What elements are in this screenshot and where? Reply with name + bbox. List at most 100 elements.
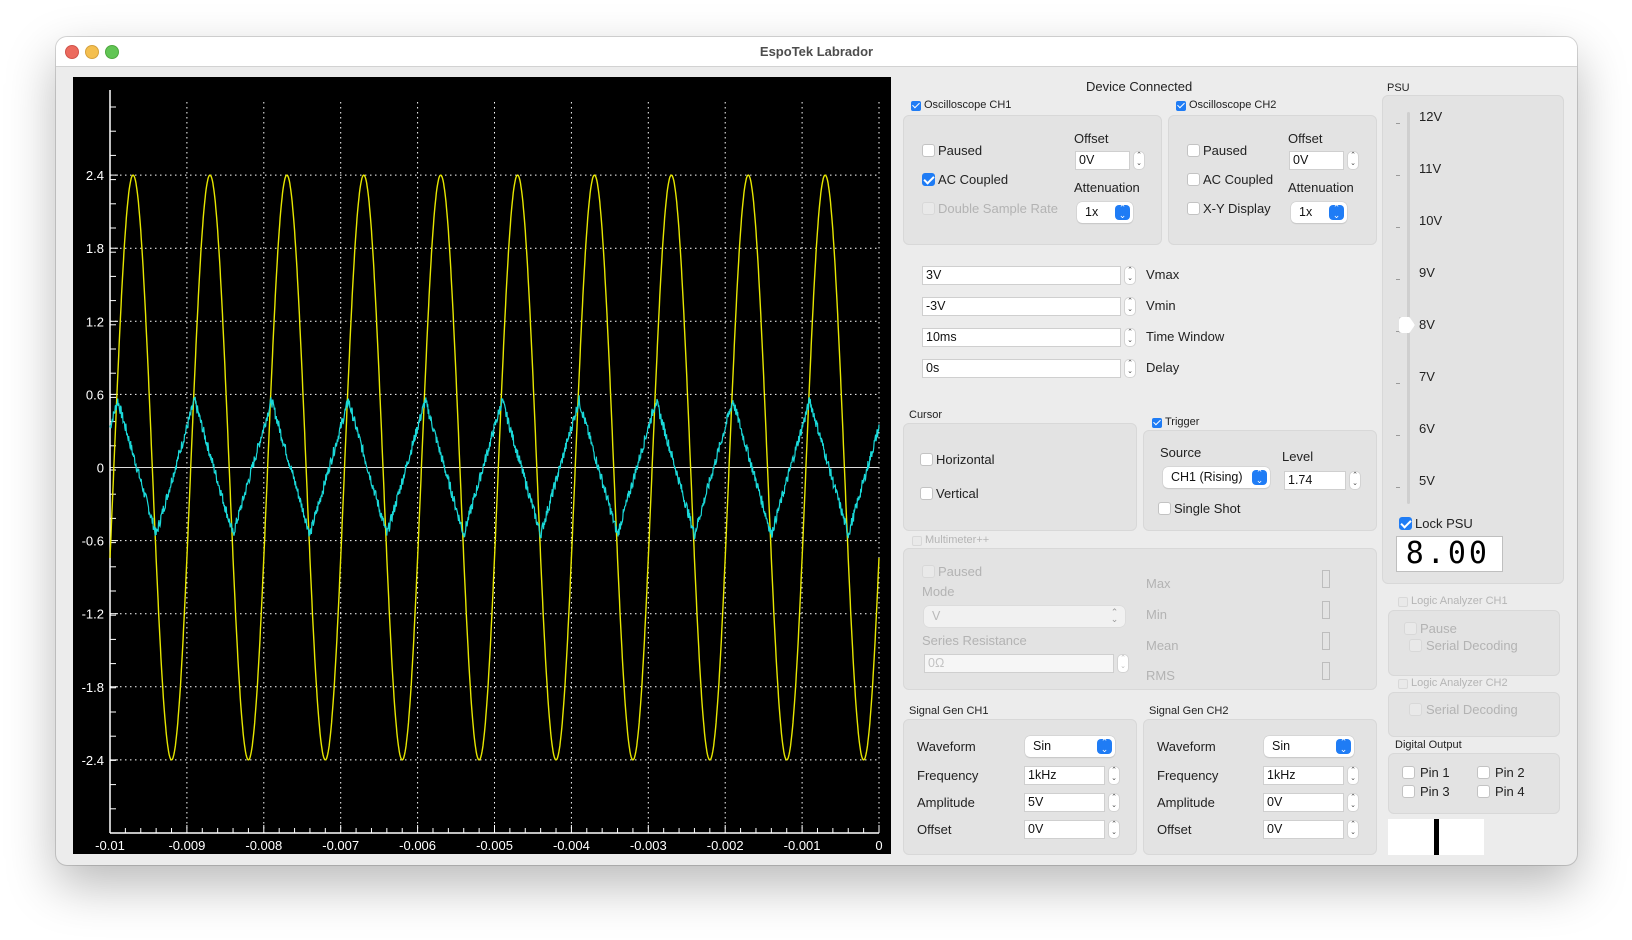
multimeter-max-label: Max [1146,576,1171,591]
pin3-checkbox[interactable] [1402,785,1415,798]
sg1-offset-input[interactable]: 0V [1024,820,1105,839]
multimeter-mean-label: Mean [1146,638,1179,653]
chevron-updown-icon: ⌃ ⌄ [1329,204,1344,220]
ch1-double-sample-rate-checkbox[interactable] [922,202,935,215]
logic-analyzer-ch1-enable-checkbox[interactable] [1398,597,1408,607]
sg1-frequency-input[interactable]: 1kHz [1024,766,1105,785]
sg2-frequency-input[interactable]: 1kHz [1263,766,1344,785]
signal-gen-ch2-title: Signal Gen CH2 [1149,705,1229,717]
psu-scale-tick [1396,175,1400,176]
multimeter-paused-checkbox[interactable] [922,565,935,578]
y-tick-label: 2.4 [86,168,104,183]
pin1-checkbox[interactable] [1402,766,1415,779]
ch2-offset-stepper[interactable]: ⌃ ⌄ [1347,151,1359,170]
trigger-level-input[interactable]: 1.74 [1284,471,1346,490]
logic-analyzer-ch2-enable-checkbox[interactable] [1398,679,1408,689]
ch2-attenuation-label: Attenuation [1288,180,1354,195]
vmax-stepper[interactable]: ⌃ ⌄ [1124,266,1136,285]
cursor-vertical-label: Vertical [936,486,979,501]
sg1-waveform-select[interactable]: Sin ⌃ ⌄ [1025,736,1115,757]
cursor-vertical-checkbox[interactable] [920,487,933,500]
multimeter-title: Multimeter++ [925,534,990,546]
sg2-amplitude-input[interactable]: 0V [1263,793,1344,812]
sg1-waveform-value: Sin [1033,739,1052,753]
single-shot-label: Single Shot [1174,501,1241,516]
y-tick-label: 1.8 [86,241,104,256]
ch1-paused-checkbox[interactable] [922,144,935,157]
oscilloscope-ch2-title: Oscilloscope CH2 [1189,99,1277,111]
window-title: EspoTek Labrador [759,44,874,59]
ch1-paused-label: Paused [938,143,983,158]
ch2-paused-label: Paused [1203,143,1248,158]
multimeter-mean-display [1322,632,1330,650]
vmin-input[interactable]: -3V [922,297,1121,316]
ch2-ac-coupled-checkbox[interactable] [1187,173,1200,186]
lock-psu-checkbox[interactable] [1399,517,1412,530]
oscilloscope-ch1-enable-checkbox[interactable] [911,101,921,111]
multimeter-min-label: Min [1146,607,1167,622]
ch2-xy-display-checkbox[interactable] [1187,202,1200,215]
ch1-offset-input[interactable]: 0V [1075,151,1130,170]
time-window-stepper[interactable]: ⌃ ⌄ [1124,328,1136,347]
sg2-offset-stepper[interactable]: ⌃ ⌄ [1347,820,1359,839]
psu-scale-label: 12V [1419,109,1443,124]
series-resistance-stepper[interactable]: ⌃ ⌄ [1117,654,1129,673]
ch1-attenuation-select[interactable]: 1x ⌃ ⌄ [1077,202,1133,223]
sg1-frequency-stepper[interactable]: ⌃ ⌄ [1108,766,1120,785]
sg2-waveform-select[interactable]: Sin ⌃ ⌄ [1264,736,1354,757]
chevron-updown-icon: ⌃ ⌄ [1115,204,1130,220]
psu-scale-label: 8V [1419,317,1435,332]
la1-pause-checkbox[interactable] [1404,622,1417,635]
psu-scale-label: 5V [1419,473,1435,488]
psu-scale-tick [1396,383,1400,384]
app-window: EspoTek Labrador -0.01 -0.009 -0.008 -0.007… [56,37,1577,865]
pin4-checkbox[interactable] [1477,785,1490,798]
trigger-level-stepper[interactable]: ⌃ ⌄ [1349,471,1361,490]
la1-serial-decoding-checkbox[interactable] [1409,639,1422,652]
pin2-checkbox[interactable] [1477,766,1490,779]
x-tick-label: -0.007 [322,838,359,853]
la2-serial-decoding-checkbox[interactable] [1409,703,1422,716]
psu-scale-tick [1396,487,1400,488]
sg1-frequency-label: Frequency [917,768,979,783]
multimeter-mode-select[interactable]: V ⌃ ⌄ [924,606,1125,627]
sg2-amplitude-stepper[interactable]: ⌃ ⌄ [1347,793,1359,812]
ch1-offset-label: Offset [1074,131,1109,146]
trigger-source-select[interactable]: CH1 (Rising) ⌃ ⌄ [1163,467,1270,488]
multimeter-enable-checkbox[interactable] [912,536,922,546]
ch2-attenuation-select[interactable]: 1x ⌃ ⌄ [1291,202,1347,223]
time-window-input[interactable]: 10ms [922,328,1121,347]
lock-psu-label: Lock PSU [1415,516,1473,531]
sg2-waveform-label: Waveform [1157,739,1216,754]
sg2-offset-input[interactable]: 0V [1263,820,1344,839]
ch2-attenuation-value: 1x [1299,205,1313,219]
ch1-double-sample-rate-label: Double Sample Rate [938,201,1058,216]
sg1-amplitude-stepper[interactable]: ⌃ ⌄ [1108,793,1120,812]
sg1-amplitude-input[interactable]: 5V [1024,793,1105,812]
cursor-title: Cursor [909,409,943,421]
sg1-offset-label: Offset [917,822,952,837]
ch2-offset-label: Offset [1288,131,1323,146]
trigger-enable-checkbox[interactable] [1152,418,1162,428]
oscilloscope-ch1-title: Oscilloscope CH1 [924,99,1012,111]
delay-input[interactable]: 0s [922,359,1121,378]
pin3-label: Pin 3 [1420,784,1450,799]
oscilloscope-ch2-enable-checkbox[interactable] [1176,101,1186,111]
sg2-frequency-stepper[interactable]: ⌃ ⌄ [1347,766,1359,785]
cursor-horizontal-checkbox[interactable] [920,453,933,466]
single-shot-checkbox[interactable] [1158,502,1171,515]
series-resistance-input[interactable]: 0Ω [924,654,1114,673]
delay-stepper[interactable]: ⌃ ⌄ [1124,359,1136,378]
oscilloscope-plot[interactable]: -0.01 -0.009 -0.008 -0.007 -0.006 -0.005 -0.00… [73,77,891,854]
psu-scale-tick [1396,123,1400,124]
vmin-stepper[interactable]: ⌃ ⌄ [1124,297,1136,316]
ch2-offset-input[interactable]: 0V [1289,151,1344,170]
psu-slider-track[interactable] [1407,112,1410,504]
ch1-offset-stepper[interactable]: ⌃ ⌄ [1133,151,1145,170]
ch1-ac-coupled-checkbox[interactable] [922,173,935,186]
digital-output-indicator [1388,819,1484,855]
sg1-offset-stepper[interactable]: ⌃ ⌄ [1108,820,1120,839]
multimeter-min-display [1322,601,1330,619]
ch2-paused-checkbox[interactable] [1187,144,1200,157]
vmax-input[interactable]: 3V [922,266,1121,285]
